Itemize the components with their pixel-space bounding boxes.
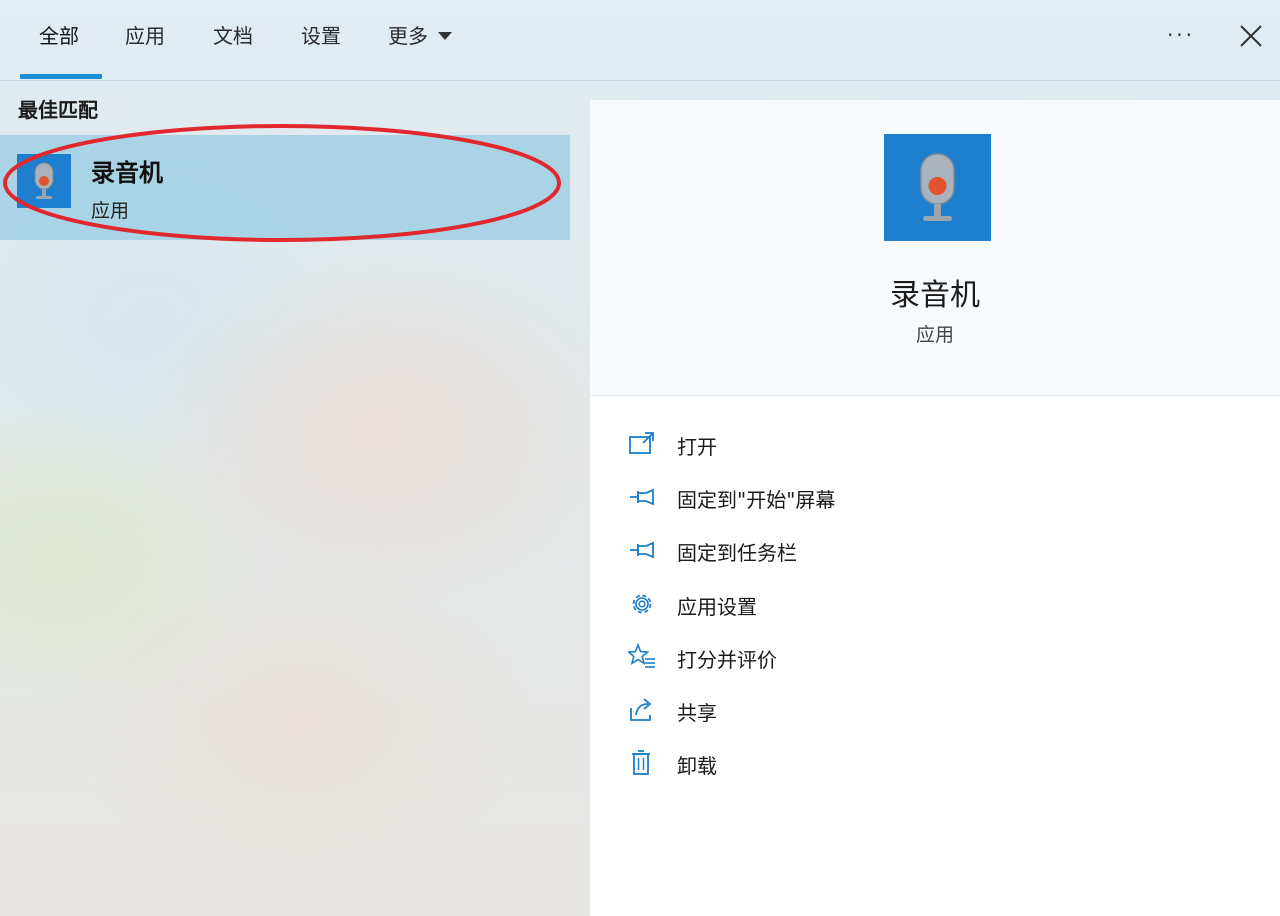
rate-star-icon xyxy=(628,643,655,668)
app-detail-type: 应用 xyxy=(915,324,954,346)
open-icon xyxy=(629,432,654,454)
action-app-settings[interactable]: 应用设置 xyxy=(628,584,1028,624)
app-detail-pane: 录音机 应用 打开 固定到"开始"屏幕 固定到任务栏 应用设置 打分并评价 共享… xyxy=(590,100,1280,916)
action-pin-to-taskbar[interactable]: 固定到任务栏 xyxy=(628,530,1028,570)
search-window: 全部 应用 文档 设置 更多 ··· 最佳匹配 录音机 应用 录音机 应用 打开… xyxy=(0,0,1280,916)
gear-icon xyxy=(632,594,652,614)
action-share-label: 共享 xyxy=(677,701,717,725)
action-share[interactable]: 共享 xyxy=(628,690,1028,730)
action-rate-and-review[interactable]: 打分并评价 xyxy=(628,637,1028,677)
trash-icon xyxy=(632,750,650,775)
share-icon xyxy=(630,698,652,721)
app-detail-title: 录音机 xyxy=(890,278,980,313)
result-type: 应用 xyxy=(91,200,130,222)
action-rate-and-review-label: 打分并评价 xyxy=(677,648,777,672)
more-options-button[interactable]: ··· xyxy=(1164,22,1198,52)
action-pin-to-start[interactable]: 固定到"开始"屏幕 xyxy=(628,477,1028,517)
chevron-down-icon xyxy=(438,31,452,40)
pin-icon xyxy=(630,541,654,559)
action-uninstall-label: 卸载 xyxy=(677,754,717,778)
action-uninstall[interactable]: 卸载 xyxy=(628,743,1028,783)
tab-documents[interactable]: 文档 xyxy=(213,0,253,80)
tab-apps[interactable]: 应用 xyxy=(125,0,165,80)
close-button[interactable] xyxy=(1236,21,1266,51)
microphone-icon xyxy=(17,154,71,208)
tab-more-label: 更多 xyxy=(388,24,428,48)
filter-tab-bar: 全部 应用 文档 设置 更多 ··· xyxy=(0,0,1280,81)
action-open[interactable]: 打开 xyxy=(628,424,1028,464)
best-match-result[interactable]: 录音机 应用 xyxy=(0,135,570,240)
pin-icon xyxy=(630,488,654,506)
close-icon xyxy=(1240,25,1262,47)
action-open-label: 打开 xyxy=(677,435,717,459)
microphone-icon xyxy=(884,134,991,241)
action-app-settings-label: 应用设置 xyxy=(677,595,757,619)
tab-more[interactable]: 更多 xyxy=(388,0,452,80)
action-pin-to-start-label: 固定到"开始"屏幕 xyxy=(677,488,836,512)
app-detail-header: 录音机 应用 xyxy=(590,100,1280,396)
tab-settings[interactable]: 设置 xyxy=(301,0,341,80)
action-pin-to-taskbar-label: 固定到任务栏 xyxy=(677,541,797,565)
tab-all[interactable]: 全部 xyxy=(39,0,79,80)
best-match-heading: 最佳匹配 xyxy=(18,98,98,122)
result-title: 录音机 xyxy=(91,159,163,187)
active-tab-indicator xyxy=(20,74,102,79)
